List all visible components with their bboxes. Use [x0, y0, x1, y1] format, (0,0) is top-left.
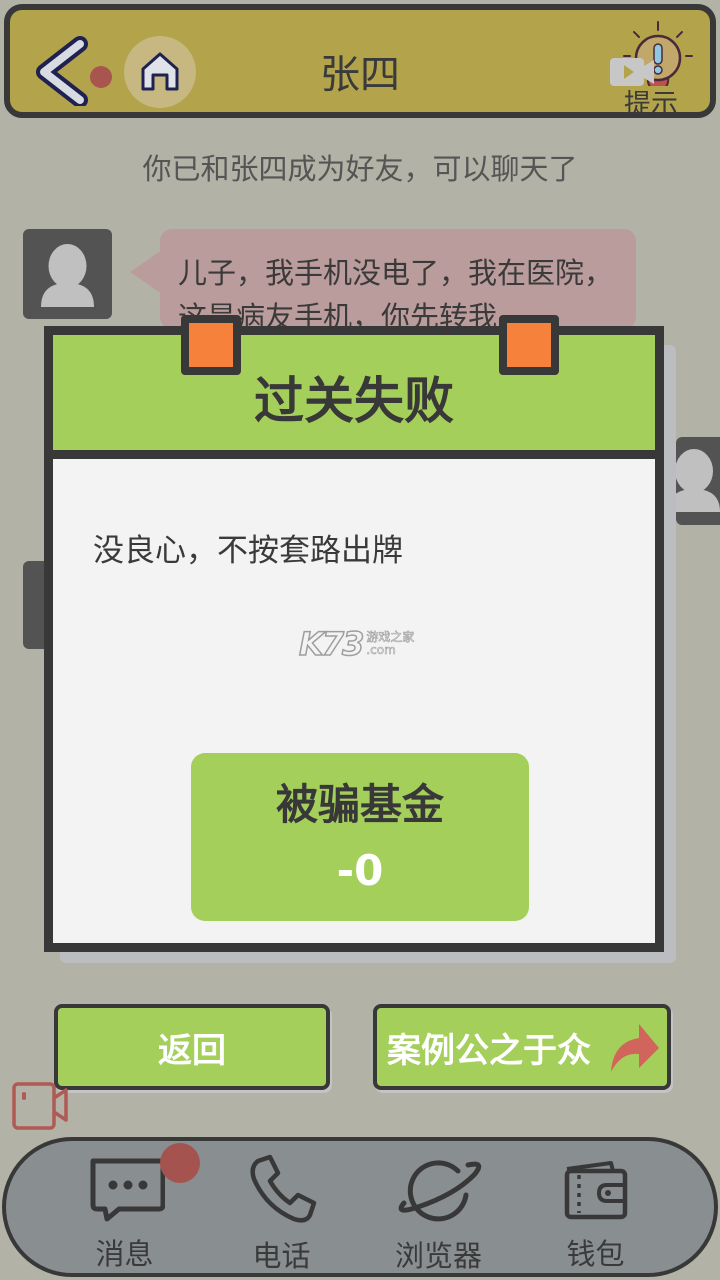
unread-badge	[159, 1143, 200, 1183]
nav-label: 浏览器	[394, 1239, 482, 1273]
fund-value: -0	[336, 846, 384, 895]
dialog-header: 过关失败	[53, 335, 655, 459]
share-label: 案例公之于众	[387, 1030, 591, 1071]
watermark: K73 游戏之家 .com	[298, 624, 414, 664]
result-dialog: 过关失败 没良心，不按套路出牌 K73 游戏之家 .com 被骗基金 -0	[44, 315, 664, 952]
phone-icon	[249, 1154, 316, 1223]
nav-label: 消息	[95, 1237, 154, 1271]
share-arrow-icon	[611, 1024, 659, 1072]
watermark-domain: .com	[366, 643, 396, 657]
pin-right	[499, 315, 559, 375]
watermark-logo: K73	[298, 624, 365, 664]
nav-label: 钱包	[566, 1237, 625, 1271]
user-icon	[676, 449, 720, 512]
top-bar: 张四 提示	[4, 4, 716, 120]
fund-label: 被骗基金	[275, 780, 444, 829]
message-bubble: 儿子，我手机没电了，我在医院，这是病友手机，你先转我	[160, 229, 636, 329]
dialog-title: 过关失败	[254, 371, 454, 430]
nav-item-phone[interactable]: 电话	[217, 1141, 347, 1273]
bottom-nav: 消息 电话 浏览器 钱包	[2, 1137, 718, 1277]
wallet-icon	[564, 1161, 627, 1220]
video-camera-icon[interactable]	[12, 1082, 70, 1130]
fund-panel: 被骗基金 -0	[191, 753, 529, 921]
return-label: 返回	[158, 1030, 226, 1071]
return-button[interactable]: 返回	[54, 1004, 330, 1090]
planet-icon	[398, 1160, 481, 1222]
result-message: 没良心，不按套路出牌	[93, 533, 403, 569]
hint-label: 提示	[624, 89, 678, 120]
own-avatar	[676, 437, 720, 525]
bubble-tail	[130, 250, 162, 294]
system-note: 你已和张四成为好友，可以聊天了	[142, 152, 578, 186]
contact-avatar[interactable]	[23, 229, 112, 319]
nav-label: 电话	[252, 1239, 311, 1273]
nav-item-wallet[interactable]: 钱包	[531, 1141, 661, 1273]
hint-button[interactable]: 提示	[600, 16, 710, 120]
nav-item-messages[interactable]: 消息	[60, 1141, 200, 1273]
share-case-button[interactable]: 案例公之于众	[373, 1004, 671, 1090]
pin-left	[181, 315, 241, 375]
message-icon	[90, 1158, 165, 1222]
user-icon	[41, 244, 94, 307]
nav-item-browser[interactable]: 浏览器	[374, 1141, 504, 1273]
